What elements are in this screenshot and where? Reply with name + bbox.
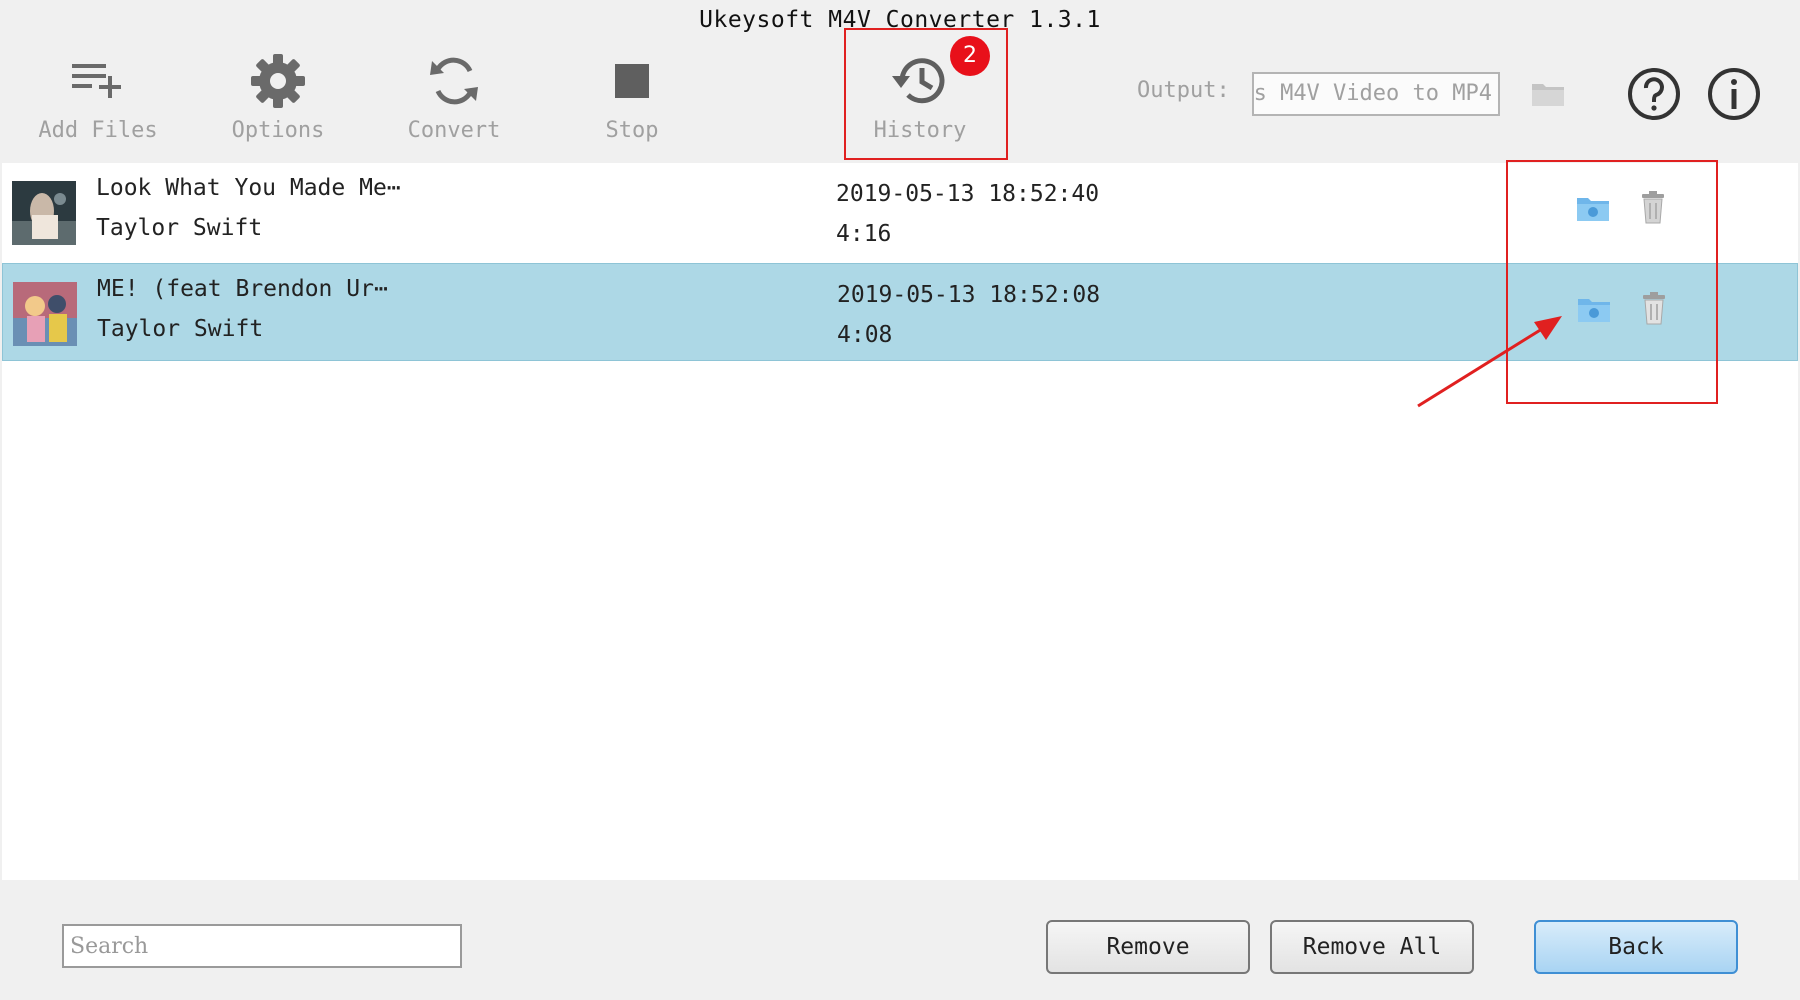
add-files-label: Add Files	[38, 118, 158, 143]
conversion-date: 2019-05-13 18:52:08	[837, 282, 1101, 308]
question-circle-icon	[1628, 68, 1680, 120]
remove-button[interactable]: Remove	[1046, 920, 1250, 974]
info-circle-icon	[1708, 68, 1760, 120]
song-duration: 4:08	[837, 322, 893, 348]
album-thumbnail	[12, 181, 76, 245]
about-button[interactable]	[1706, 66, 1762, 122]
refresh-icon	[364, 46, 544, 116]
back-button[interactable]: Back	[1534, 920, 1738, 974]
remove-all-button[interactable]: Remove All	[1270, 920, 1474, 974]
convert-label: Convert	[407, 118, 501, 143]
annotation-arrow	[1417, 316, 1562, 408]
album-thumbnail	[13, 282, 77, 346]
stop-label: Stop	[605, 118, 659, 143]
options-label: Options	[231, 118, 325, 143]
output-folder-button[interactable]	[1530, 78, 1566, 110]
output-path-value: s M4V Video to MP4	[1253, 81, 1492, 106]
convert-button[interactable]: Convert	[364, 40, 544, 160]
playlist-add-icon	[8, 46, 188, 116]
app-window: Ukeysoft M4V Converter 1.3.1 Add Files O…	[0, 0, 1800, 1000]
song-title: ME! (feat Brendon Ur⋯	[97, 276, 388, 302]
song-artist: Taylor Swift	[97, 316, 264, 342]
stop-square-icon	[542, 46, 722, 116]
history-highlight-box	[844, 28, 1008, 160]
add-files-button[interactable]: Add Files	[8, 40, 188, 160]
search-input[interactable]	[62, 924, 462, 968]
song-duration: 4:16	[836, 221, 892, 247]
conversion-date: 2019-05-13 18:52:40	[836, 181, 1100, 207]
help-button[interactable]	[1626, 66, 1682, 122]
output-path-field[interactable]: s M4V Video to MP4	[1252, 72, 1500, 116]
folder-icon	[1532, 84, 1564, 106]
gear-icon	[188, 46, 368, 116]
options-button[interactable]: Options	[188, 40, 368, 160]
stop-button[interactable]: Stop	[542, 40, 722, 160]
song-artist: Taylor Swift	[96, 215, 263, 241]
output-label: Output:	[1137, 78, 1230, 103]
song-title: Look What You Made Me⋯	[96, 175, 401, 201]
